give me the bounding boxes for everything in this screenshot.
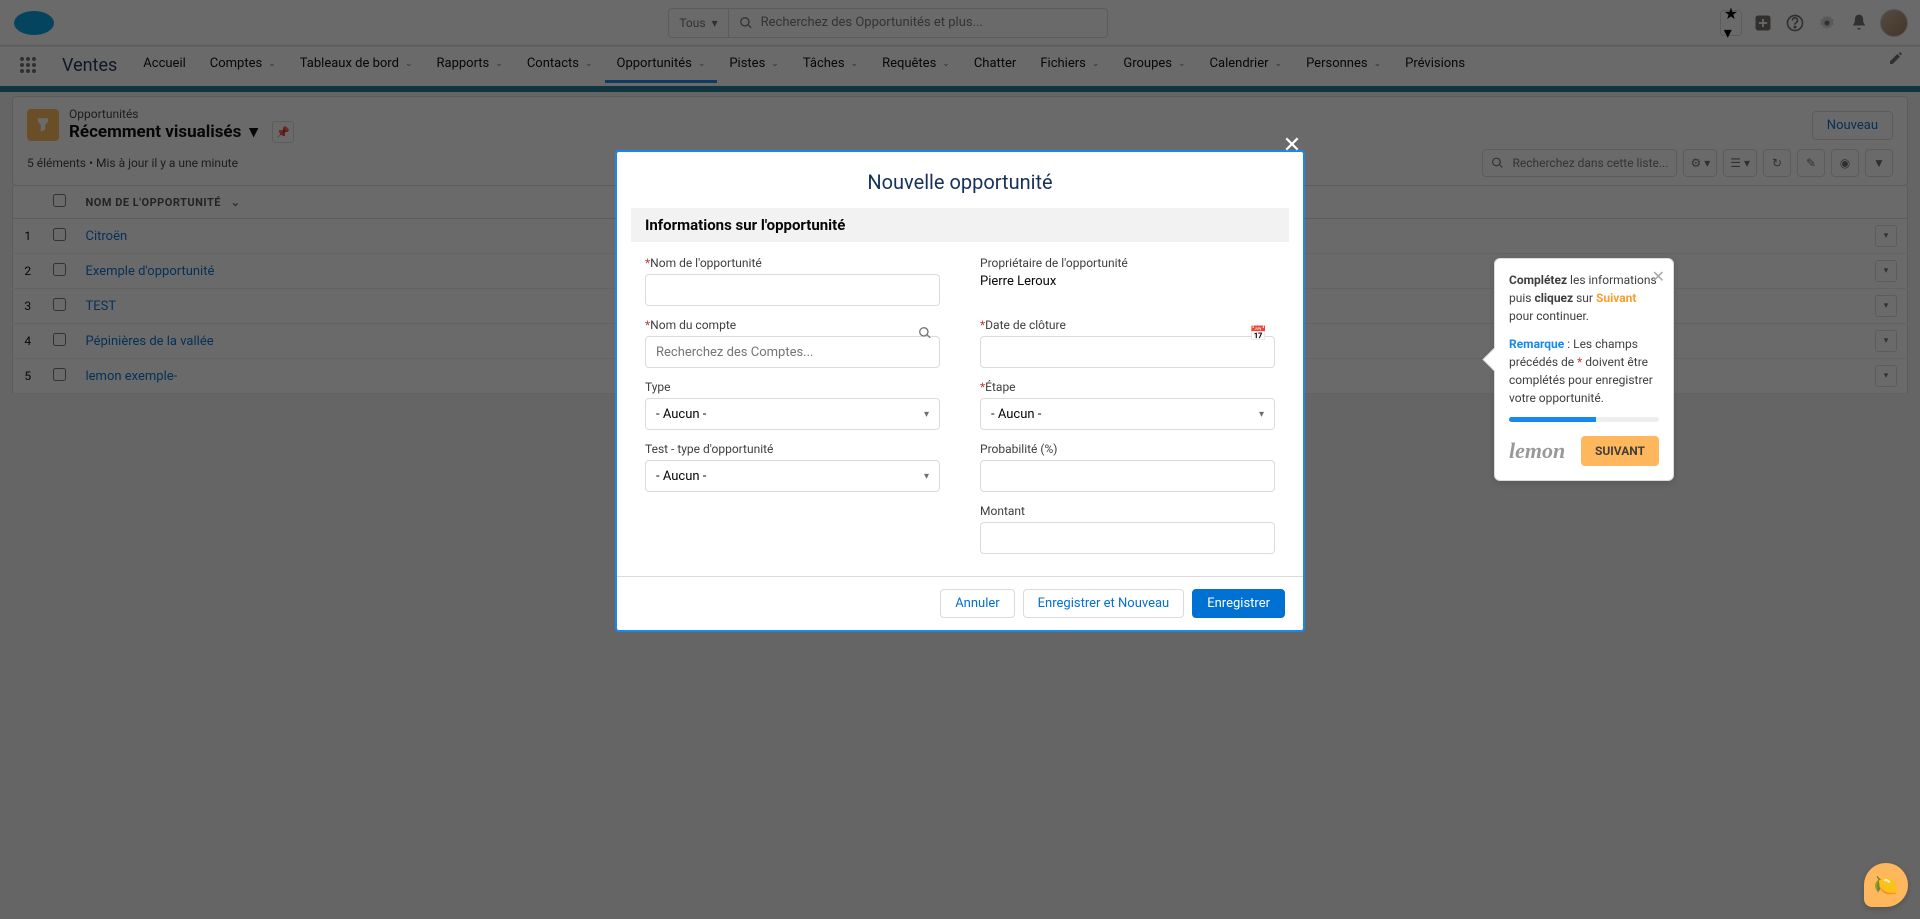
caret-down-icon: ▾ [924,409,929,420]
cancel-button[interactable]: Annuler [940,589,1014,618]
field-owner: Propriétaire de l'opportunité Pierre Ler… [980,256,1275,306]
section-heading: Informations sur l'opportunité [631,208,1289,242]
opp-name-input[interactable] [645,274,940,306]
lemon-help-bubble[interactable]: 🍋 [1864,863,1908,907]
amount-input[interactable] [980,522,1275,554]
type-select[interactable]: - Aucun -▾ [645,398,940,430]
search-icon [918,326,932,340]
save-and-new-button[interactable]: Enregistrer et Nouveau [1023,589,1185,618]
account-lookup-input[interactable] [645,336,940,368]
test-type-select[interactable]: - Aucun -▾ [645,460,940,492]
field-account: *Nom du compte [645,318,940,368]
stage-select[interactable]: - Aucun -▾ [980,398,1275,430]
close-date-input[interactable] [980,336,1275,368]
caret-down-icon: ▾ [924,471,929,482]
probability-input[interactable] [980,460,1275,492]
field-opp-name: *Nom de l'opportunité [645,256,940,306]
field-probability: Probabilité (%) [980,442,1275,492]
lemon-logo: lemon [1509,438,1565,464]
popover-text-1: Complétez les informations puis cliquez … [1509,271,1659,325]
field-close-date: *Date de clôture 📅 [980,318,1275,368]
caret-down-icon: ▾ [1259,409,1264,420]
calendar-icon[interactable]: 📅 [1250,326,1267,342]
field-type: Type - Aucun -▾ [645,380,940,430]
close-icon[interactable]: ✕ [1279,132,1305,158]
modal-footer: Annuler Enregistrer et Nouveau Enregistr… [617,576,1303,630]
popover-text-2: Remarque : Les champs précédés de * doiv… [1509,335,1659,407]
field-test-type: Test - type d'opportunité - Aucun -▾ [645,442,940,492]
guidance-popover: ✕ Complétez les informations puis clique… [1494,258,1674,481]
progress-bar [1509,417,1659,422]
owner-value: Pierre Leroux [980,274,1275,289]
field-amount: Montant [980,504,1275,554]
modal-title: Nouvelle opportunité [617,152,1303,208]
save-button[interactable]: Enregistrer [1192,589,1285,618]
next-button[interactable]: SUIVANT [1581,436,1659,466]
field-stage: *Étape - Aucun -▾ [980,380,1275,430]
new-opportunity-modal: ✕ Nouvelle opportunité Informations sur … [615,150,1305,632]
close-icon[interactable]: ✕ [1652,267,1665,286]
